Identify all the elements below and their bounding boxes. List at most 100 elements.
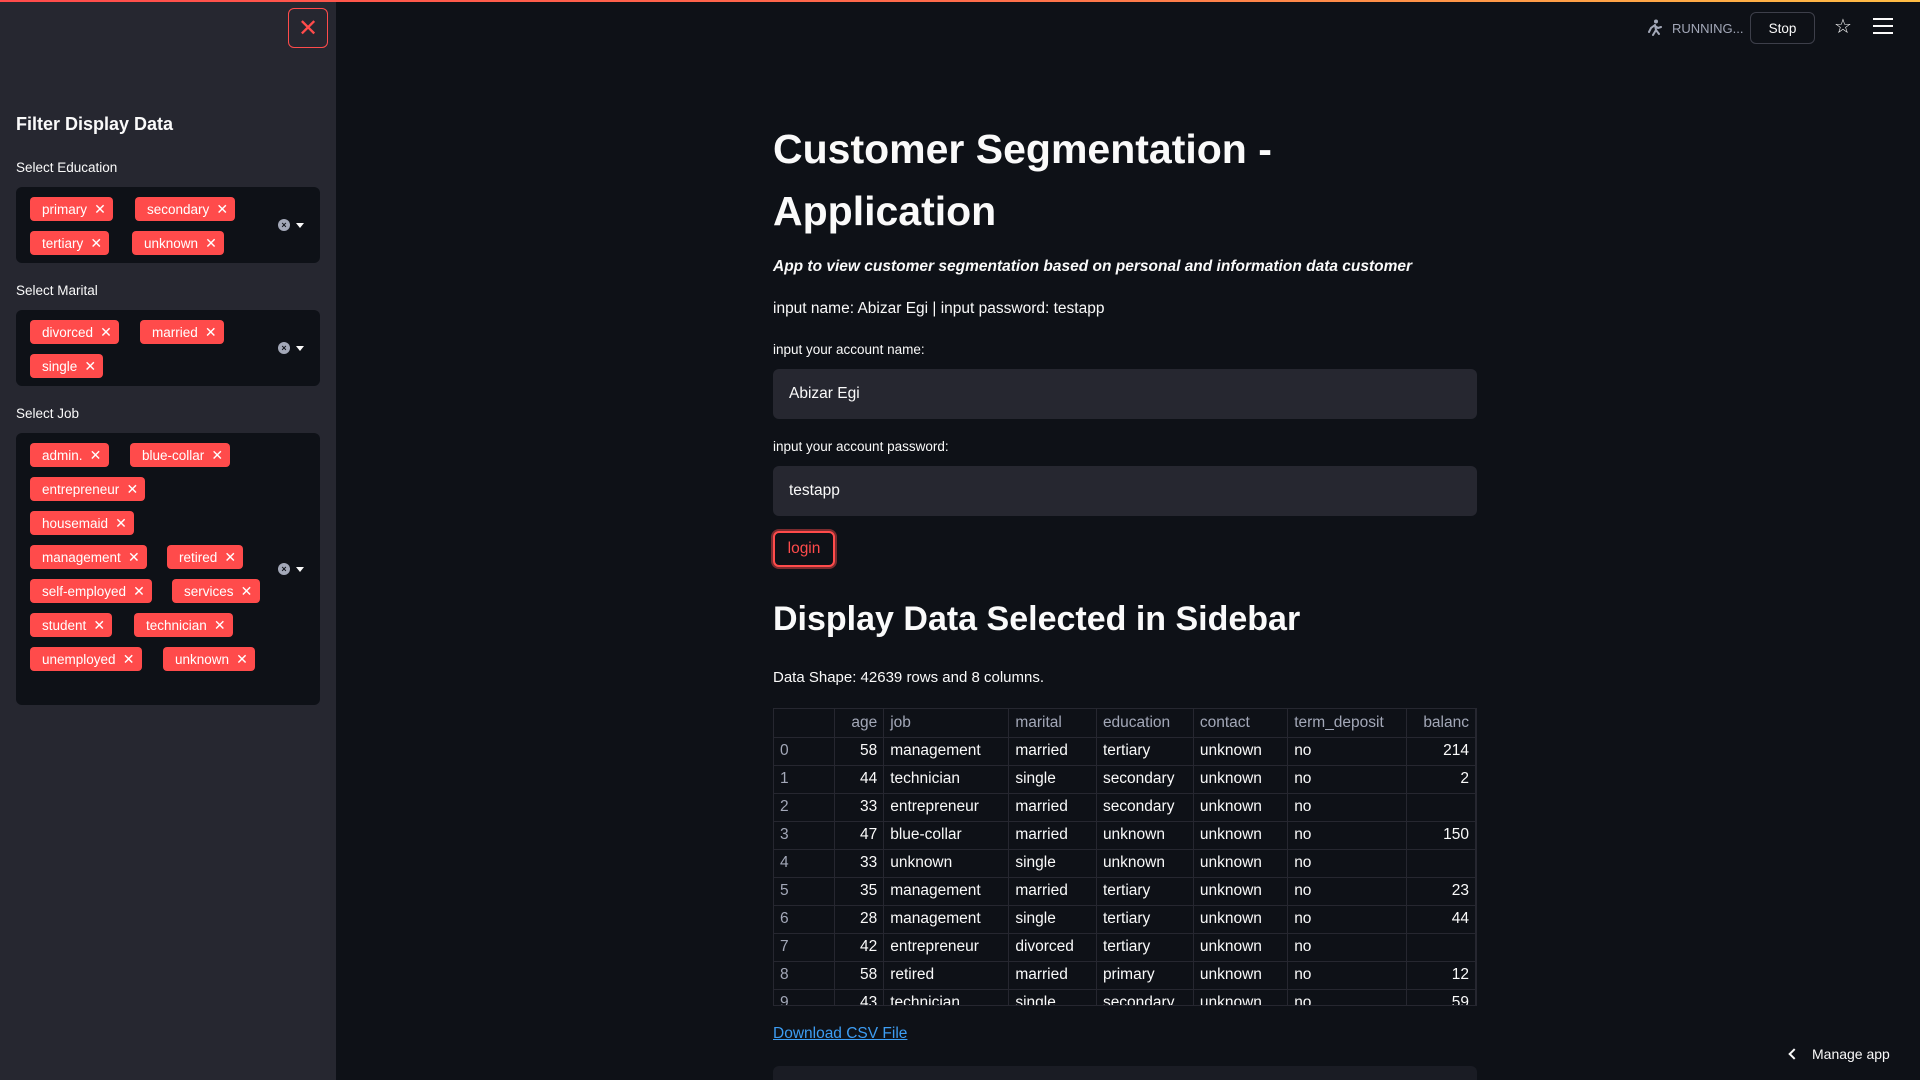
close-sidebar-button[interactable]: ✕ (288, 8, 328, 48)
table-cell: 28 (834, 905, 885, 934)
tag-remove-icon[interactable]: ✕ (86, 617, 112, 634)
star-icon[interactable]: ☆ (1832, 16, 1854, 38)
chevron-down-icon[interactable] (296, 566, 304, 572)
table-cell: single (1008, 905, 1097, 934)
table-cell: secondary (1096, 765, 1194, 794)
tag-label: technician (146, 617, 207, 633)
tag-remove-icon[interactable]: ✕ (119, 481, 145, 498)
table-cell: 150 (1406, 821, 1476, 850)
table-cell: technician (883, 765, 1010, 794)
table-cell: married (1008, 821, 1097, 850)
table-cell: unknown (1193, 877, 1289, 906)
clear-all-icon[interactable]: × (278, 563, 290, 575)
tag-self-employed: self-employed ✕ (30, 579, 153, 603)
stop-button[interactable]: Stop (1750, 12, 1815, 44)
table-row[interactable]: 6 28 management single tertiary unknown no 44 (774, 905, 1476, 934)
tag-label: primary (42, 201, 88, 217)
account-name-input[interactable] (773, 369, 1477, 419)
education-multiselect[interactable]: primary ✕ secondary ✕ tertiary ✕ unknown ✕ × (16, 187, 320, 263)
tag-remove-icon[interactable]: ✕ (77, 358, 103, 375)
account-password-input[interactable] (773, 466, 1477, 516)
account-name-label: input your account name: (773, 342, 925, 357)
chevron-left-icon (1788, 1048, 1800, 1060)
table-row[interactable]: 1 44 technician single secondary unknown no 2 (774, 765, 1476, 794)
table-row[interactable]: 0 58 management married tertiary unknown no 214 (774, 737, 1476, 766)
table-cell: tertiary (1096, 737, 1194, 766)
table-cell (1406, 793, 1476, 822)
job-multiselect[interactable]: admin. ✕ blue-collar ✕ entrepreneur ✕ house… (16, 433, 320, 705)
table-row[interactable]: 2 33 entrepreneur married secondary unknown no (774, 793, 1476, 822)
chevron-down-icon[interactable] (296, 222, 304, 228)
tag-remove-icon[interactable]: ✕ (83, 447, 109, 464)
table-cell: no (1287, 905, 1407, 934)
top-progress-bar (0, 0, 1920, 2)
tag-remove-icon[interactable]: ✕ (217, 549, 243, 566)
table-row[interactable]: 7 42 entrepreneur divorced tertiary unknown no (774, 933, 1476, 962)
tag-single: single ✕ (30, 354, 104, 378)
download-csv-link[interactable]: Download CSV File (773, 1025, 907, 1043)
table-cell: tertiary (1096, 877, 1194, 906)
table-cell: unknown (1193, 737, 1289, 766)
table-cell: 2 (1406, 765, 1476, 794)
tag-remove-icon[interactable]: ✕ (121, 549, 147, 566)
table-cell: unknown (1193, 821, 1289, 850)
login-button[interactable]: login (773, 531, 835, 567)
tag-admin: admin. ✕ (30, 443, 109, 467)
running-man-icon (1648, 19, 1662, 36)
manage-app-button[interactable]: Manage app (1788, 1046, 1890, 1062)
tag-remove-icon[interactable]: ✕ (207, 617, 233, 634)
table-row[interactable]: 3 47 blue-collar married unknown unknown no 150 (774, 821, 1476, 850)
tag-remove-icon[interactable]: ✕ (198, 235, 224, 252)
row-index-cell: 1 (774, 765, 836, 794)
table-row[interactable]: 8 58 retired married primary unknown no 12 (774, 961, 1476, 990)
table-cell: 58 (834, 737, 885, 766)
table-cell: 12 (1406, 961, 1476, 990)
tag-unemployed: unemployed ✕ (30, 647, 142, 671)
tag-married: married ✕ (140, 320, 224, 344)
manage-app-label: Manage app (1812, 1046, 1890, 1062)
tag-housemaid: housemaid ✕ (30, 511, 135, 535)
table-cell: tertiary (1096, 933, 1194, 962)
clear-all-icon[interactable]: × (278, 219, 290, 231)
column-header-balance[interactable]: balanc (1406, 709, 1476, 738)
tag-remove-icon[interactable]: ✕ (229, 651, 255, 668)
table-cell: primary (1096, 961, 1194, 990)
table-cell: unknown (883, 849, 1010, 878)
tag-remove-icon[interactable]: ✕ (126, 583, 152, 600)
column-header-education[interactable]: education (1096, 709, 1194, 738)
chevron-down-icon[interactable] (296, 345, 304, 351)
tag-remove-icon[interactable]: ✕ (234, 583, 260, 600)
job-label: Select Job (16, 406, 80, 421)
tag-remove-icon[interactable]: ✕ (209, 201, 235, 218)
tag-remove-icon[interactable]: ✕ (83, 235, 109, 252)
tag-blue-collar: blue-collar ✕ (130, 443, 231, 467)
tag-remove-icon[interactable]: ✕ (204, 447, 230, 464)
data-shape-text: Data Shape: 42639 rows and 8 columns. (773, 669, 1045, 686)
hamburger-menu-icon[interactable] (1873, 18, 1893, 36)
table-row[interactable]: 5 35 management married tertiary unknown no 23 (774, 877, 1476, 906)
table-row[interactable]: 4 33 unknown single unknown unknown no (774, 849, 1476, 878)
tag-remove-icon[interactable]: ✕ (108, 515, 134, 532)
tag-label: unknown (144, 235, 199, 251)
column-header-marital[interactable]: marital (1008, 709, 1097, 738)
tag-remove-icon[interactable]: ✕ (87, 201, 113, 218)
row-index-cell: 3 (774, 821, 836, 850)
clear-all-icon[interactable]: × (278, 342, 290, 354)
section-title: Display Data Selected in Sidebar (773, 600, 1301, 638)
multiselect-controls: × (278, 342, 304, 354)
tag-label: services (184, 583, 234, 599)
column-header-contact[interactable]: contact (1193, 709, 1289, 738)
marital-label: Select Marital (16, 283, 98, 298)
marital-multiselect[interactable]: divorced ✕ married ✕ single ✕ × (16, 310, 320, 386)
column-header-term-deposit[interactable]: term_deposit (1287, 709, 1407, 738)
table-cell: management (883, 905, 1010, 934)
table-cell: no (1287, 989, 1407, 1005)
column-header-job[interactable]: job (883, 709, 1010, 738)
column-header-age[interactable]: age (834, 709, 885, 738)
table-cell: no (1287, 821, 1407, 850)
tag-remove-icon[interactable]: ✕ (198, 324, 224, 341)
tag-remove-icon[interactable]: ✕ (116, 651, 142, 668)
table-row[interactable]: 9 43 technician single secondary unknown no 59 (774, 989, 1476, 1005)
tag-remove-icon[interactable]: ✕ (93, 324, 119, 341)
data-table[interactable]: age job marital education contact term_d… (773, 708, 1477, 1006)
